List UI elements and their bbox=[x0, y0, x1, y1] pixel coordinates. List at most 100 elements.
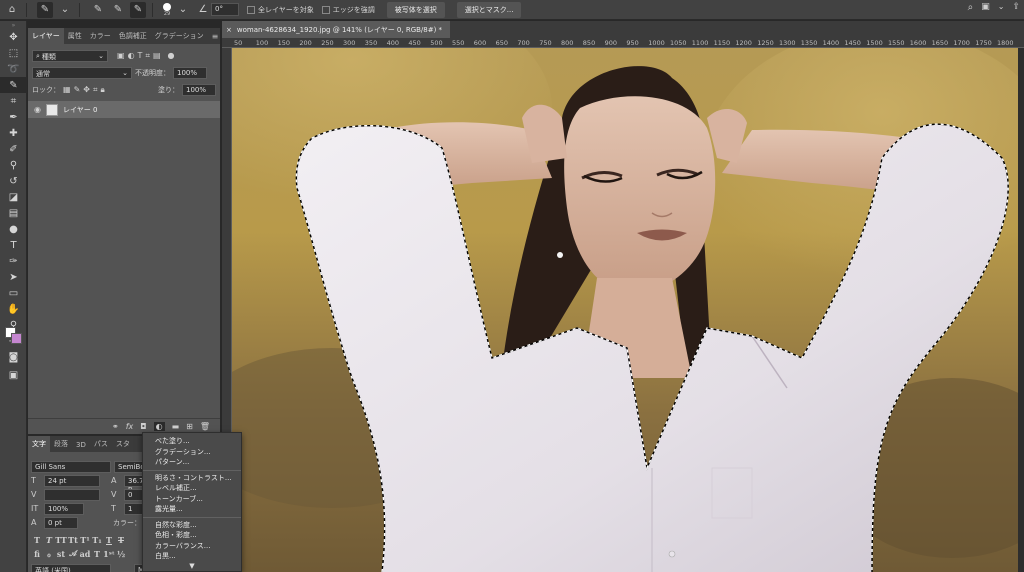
canvas[interactable] bbox=[232, 48, 1018, 572]
add-mask-icon[interactable]: ◘ bbox=[140, 422, 146, 431]
history-brush-tool-icon[interactable]: ↺ bbox=[0, 173, 27, 189]
clone-stamp-tool-icon[interactable]: ⚲ bbox=[0, 157, 27, 173]
rectangle-tool-icon[interactable]: ▭ bbox=[0, 285, 27, 301]
opacity-field[interactable]: 100% bbox=[173, 66, 207, 79]
menu-item-black-white[interactable]: 白黒... bbox=[143, 551, 241, 562]
swash-icon[interactable]: 𝒜 bbox=[67, 548, 79, 559]
brush-preset-picker[interactable]: 29 bbox=[163, 2, 171, 17]
enhance-edge-checkbox[interactable] bbox=[321, 5, 330, 14]
menu-item-vibrance[interactable]: 自然な彩度... bbox=[143, 520, 241, 531]
tab-styles[interactable]: スタ bbox=[112, 436, 134, 452]
titling-icon[interactable]: T bbox=[91, 549, 103, 559]
stylistic-icon[interactable]: ad bbox=[79, 549, 91, 559]
font-family-field[interactable]: Gill Sans bbox=[31, 460, 111, 473]
blend-mode-dropdown[interactable]: 通常 ⌄ bbox=[32, 66, 132, 79]
tab-character[interactable]: 文字 bbox=[28, 436, 50, 452]
menu-item-brightness-contrast[interactable]: 明るさ・コントラスト... bbox=[143, 473, 241, 484]
filter-smart-object-icon[interactable]: ▤ bbox=[153, 51, 161, 60]
filter-adjustment-icon[interactable]: ◐ bbox=[128, 51, 135, 60]
menu-item-curves[interactable]: トーンカーブ... bbox=[143, 494, 241, 505]
menu-item-pattern[interactable]: パターン... bbox=[143, 457, 241, 468]
new-layer-icon[interactable]: ⊞ bbox=[186, 422, 193, 431]
sample-all-layers-checkbox[interactable] bbox=[247, 5, 255, 14]
tab-color[interactable]: カラー bbox=[86, 28, 115, 44]
fractions-icon[interactable]: ½ bbox=[115, 549, 127, 559]
search-icon[interactable]: ⌕ bbox=[968, 2, 974, 13]
subscript-icon[interactable]: T₁ bbox=[91, 535, 103, 545]
ligatures-icon[interactable]: fi bbox=[31, 549, 43, 559]
font-size-field[interactable]: 24 pt bbox=[44, 474, 100, 487]
lock-position-icon[interactable]: ✥ bbox=[83, 85, 90, 94]
vertical-scrollbar[interactable] bbox=[1018, 48, 1024, 572]
eraser-tool-icon[interactable]: ◪ bbox=[0, 189, 27, 205]
pen-tool-icon[interactable]: ✑ bbox=[0, 253, 27, 269]
workspace-icon[interactable]: ▣ bbox=[981, 2, 990, 13]
all-caps-icon[interactable]: TT bbox=[55, 535, 67, 545]
language-dropdown[interactable]: 英語 (米国) bbox=[31, 563, 111, 572]
underline-icon[interactable]: T bbox=[103, 535, 115, 545]
move-tool-icon[interactable]: ✥ bbox=[0, 29, 27, 45]
discretionary-icon[interactable]: st bbox=[55, 549, 67, 559]
ordinals-icon[interactable]: 1ˢᵗ bbox=[103, 549, 115, 559]
home-icon[interactable]: ⌂ bbox=[4, 2, 20, 18]
lock-all-icon[interactable]: 🔒︎ bbox=[100, 85, 104, 95]
angle-field[interactable]: 0° bbox=[211, 3, 239, 16]
panel-menu-icon[interactable]: ≡ bbox=[208, 29, 223, 44]
menu-item-exposure[interactable]: 露光量... bbox=[143, 504, 241, 515]
quick-selection-tool-icon[interactable]: ✎ bbox=[0, 77, 27, 93]
tab-gradients[interactable]: グラデーション bbox=[151, 28, 208, 44]
menu-item-solid-color[interactable]: べた塗り... bbox=[143, 436, 241, 447]
menu-item-hue-saturation[interactable]: 色相・彩度... bbox=[143, 530, 241, 541]
filter-shape-icon[interactable]: ⌗ bbox=[145, 51, 150, 61]
filter-toggle-icon[interactable]: ● bbox=[168, 51, 175, 60]
new-selection-icon[interactable]: ✎ bbox=[90, 2, 106, 18]
type-tool-icon[interactable]: T bbox=[0, 237, 27, 253]
screen-mode-icon[interactable]: ▣ bbox=[0, 367, 27, 383]
new-group-icon[interactable]: ▬ bbox=[172, 422, 180, 431]
marquee-tool-icon[interactable]: ⬚ bbox=[0, 45, 27, 61]
add-selection-icon[interactable]: ✎ bbox=[110, 2, 126, 18]
close-icon[interactable]: × bbox=[226, 26, 232, 34]
tab-3d[interactable]: 3D bbox=[72, 438, 90, 452]
delete-layer-icon[interactable]: 🗑︎ bbox=[200, 422, 210, 431]
subtract-selection-icon[interactable]: ✎ bbox=[130, 1, 146, 18]
menu-scroll-down-icon[interactable]: ▼ bbox=[143, 562, 241, 570]
tab-paragraph[interactable]: 段落 bbox=[50, 436, 72, 452]
layer-style-icon[interactable]: fx bbox=[126, 422, 134, 431]
select-subject-button[interactable]: 被写体を選択 bbox=[386, 1, 445, 18]
brush-tool-icon[interactable]: ✐ bbox=[0, 141, 27, 157]
lock-transparent-icon[interactable]: ▦ bbox=[63, 85, 71, 94]
chevron-down-icon[interactable]: ⌄ bbox=[998, 2, 1005, 13]
visibility-eye-icon[interactable]: ◉ bbox=[34, 105, 41, 114]
eyedropper-tool-icon[interactable]: ✒ bbox=[0, 109, 27, 125]
filter-pixel-icon[interactable]: ▣ bbox=[117, 51, 125, 60]
link-layers-icon[interactable]: ⚭ bbox=[112, 422, 119, 431]
tab-properties[interactable]: 属性 bbox=[64, 28, 86, 44]
lasso-tool-icon[interactable]: ➰ bbox=[0, 61, 27, 77]
lock-image-icon[interactable]: ✎ bbox=[74, 85, 81, 94]
fill-field[interactable]: 100% bbox=[182, 83, 216, 96]
quick-mask-icon[interactable]: ◙ bbox=[0, 349, 27, 365]
tab-adjustments[interactable]: 色調補正 bbox=[115, 28, 151, 44]
filter-type-icon[interactable]: T bbox=[138, 51, 143, 60]
quick-selection-tool-icon[interactable]: ✎ bbox=[37, 1, 53, 18]
faux-bold-icon[interactable]: T bbox=[31, 535, 43, 545]
tab-layers[interactable]: レイヤー bbox=[28, 28, 64, 44]
tab-paths[interactable]: パス bbox=[90, 436, 112, 452]
collapse-icon[interactable]: » bbox=[0, 21, 27, 29]
contextual-icon[interactable]: ℴ bbox=[43, 549, 55, 559]
baseline-shift-field[interactable]: 0 pt bbox=[44, 516, 78, 529]
lock-artboard-icon[interactable]: ⌗ bbox=[93, 85, 98, 95]
vertical-scale-field[interactable]: 100% bbox=[44, 502, 84, 515]
menu-item-gradient[interactable]: グラデーション... bbox=[143, 447, 241, 458]
strikethrough-icon[interactable]: T bbox=[115, 535, 127, 545]
layer-filter-dropdown[interactable]: ⌕ 種類 ⌄ bbox=[32, 49, 108, 62]
crop-tool-icon[interactable]: ⌗ bbox=[0, 93, 27, 109]
superscript-icon[interactable]: T¹ bbox=[79, 535, 91, 545]
layer-row[interactable]: ◉ レイヤー 0 bbox=[28, 101, 220, 118]
background-color-swatch[interactable] bbox=[11, 333, 22, 344]
path-selection-tool-icon[interactable]: ➤ bbox=[0, 269, 27, 285]
dodge-tool-icon[interactable]: ● bbox=[0, 221, 27, 237]
share-icon[interactable]: ⇪ bbox=[1012, 2, 1020, 13]
faux-italic-icon[interactable]: T bbox=[43, 535, 55, 545]
